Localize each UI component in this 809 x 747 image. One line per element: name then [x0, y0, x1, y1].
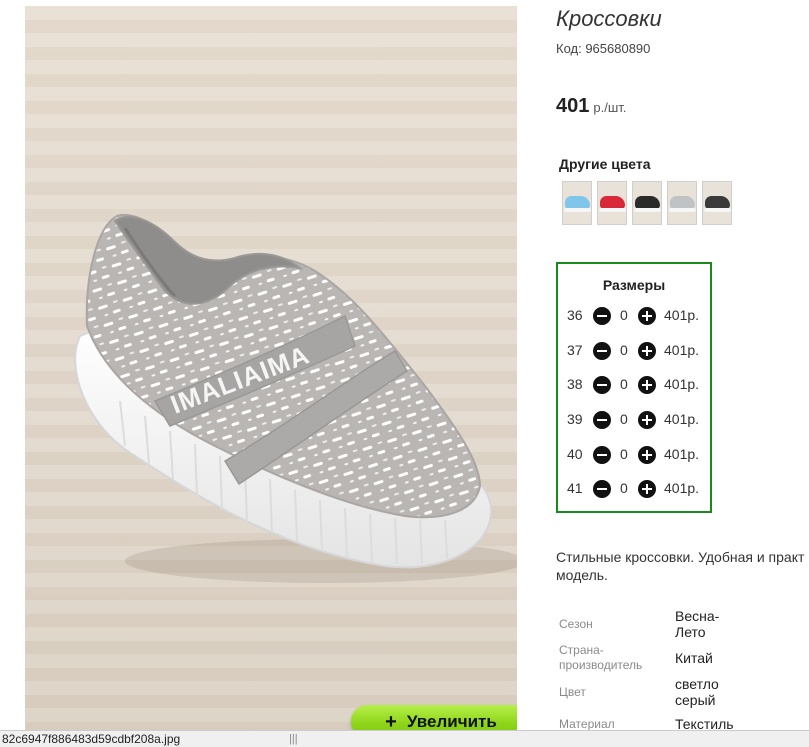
size-row-38: 38 0 401р. [558, 373, 710, 397]
size-row-37: 37 0 401р. [558, 339, 710, 363]
attr-label-country: Страна- производитель [559, 643, 642, 673]
size-quantity: 0 [620, 446, 628, 462]
size-quantity: 0 [620, 307, 628, 323]
sizes-panel: Размеры 36 0 401р. 37 0 401р. 38 0 401р. 39 0 401р.… [556, 262, 712, 513]
size-label: 41 [567, 480, 583, 496]
decrease-quantity-button[interactable] [593, 411, 611, 429]
increase-quantity-button[interactable] [638, 307, 656, 325]
size-label: 39 [567, 411, 583, 427]
product-code: Код: 965680890 [556, 41, 651, 56]
other-colors-heading: Другие цвета [559, 156, 651, 172]
resize-grip-icon[interactable]: ||| [289, 731, 298, 747]
size-row-41: 41 0 401р. [558, 477, 710, 501]
size-label: 38 [567, 376, 583, 392]
color-swatch-black-white[interactable] [702, 181, 732, 225]
size-row-36: 36 0 401р. [558, 304, 710, 328]
decrease-quantity-button[interactable] [593, 376, 611, 394]
color-swatch-black[interactable] [632, 181, 662, 225]
status-url: 82c6947f886483d59cdbf208a.jpg [2, 732, 181, 746]
size-row-39: 39 0 401р. [558, 408, 710, 432]
increase-quantity-button[interactable] [638, 376, 656, 394]
color-swatch-red[interactable] [597, 181, 627, 225]
size-quantity: 0 [620, 480, 628, 496]
attr-label-line: Страна- [559, 643, 604, 657]
price-value: 401 [556, 95, 590, 117]
browser-status-bar: 82c6947f886483d59cdbf208a.jpg ||| [0, 730, 809, 747]
attr-value-line: серый [675, 692, 716, 708]
product-photo[interactable]: IMALIAIMA + Увеличить [25, 6, 517, 747]
color-swatch-white-grey[interactable] [667, 181, 697, 225]
size-price: 401р. [664, 446, 700, 462]
size-quantity: 0 [620, 376, 628, 392]
attr-value-line: светло [675, 676, 719, 692]
size-price: 401р. [664, 376, 700, 392]
size-label: 36 [567, 307, 583, 323]
color-swatches [562, 181, 732, 225]
shoe-sole-icon [599, 208, 626, 212]
description-line: модель. [556, 567, 608, 583]
increase-quantity-button[interactable] [638, 342, 656, 360]
product-description: Стильные кроссовки. Удобная и практ моде… [556, 548, 809, 584]
size-label: 37 [567, 342, 583, 358]
shoe-sole-icon [669, 208, 696, 212]
shoe-sole-icon [634, 208, 661, 212]
attr-value-color: светло серый [675, 676, 719, 708]
zoom-button-label: Увеличить [406, 711, 497, 731]
shoe-sole-icon [564, 208, 591, 212]
plus-icon: + [385, 710, 397, 733]
increase-quantity-button[interactable] [638, 411, 656, 429]
size-row-40: 40 0 401р. [558, 443, 710, 467]
size-price: 401р. [664, 480, 700, 496]
increase-quantity-button[interactable] [638, 446, 656, 464]
attr-label-line: производитель [559, 658, 643, 672]
size-label: 40 [567, 446, 583, 462]
attr-value-line: Лето [675, 624, 706, 640]
attr-label-season: Сезон [559, 617, 593, 631]
decrease-quantity-button[interactable] [593, 446, 611, 464]
description-line: Стильные кроссовки. Удобная и практ [556, 549, 805, 565]
decrease-quantity-button[interactable] [593, 342, 611, 360]
decrease-quantity-button[interactable] [593, 307, 611, 325]
product-price: 401 р./шт. [556, 95, 626, 118]
color-swatch-light-blue[interactable] [562, 181, 592, 225]
decrease-quantity-button[interactable] [593, 480, 611, 498]
price-unit: р./шт. [593, 100, 627, 115]
size-price: 401р. [664, 342, 700, 358]
attr-value-line: Весна- [675, 608, 720, 624]
attr-value-season: Весна- Лето [675, 608, 719, 640]
size-quantity: 0 [620, 342, 628, 358]
shoe-sole-icon [704, 208, 731, 212]
shoe-illustration: IMALIAIMA [74, 213, 517, 583]
size-price: 401р. [664, 411, 700, 427]
product-title: Кроссовки [556, 6, 662, 31]
increase-quantity-button[interactable] [638, 480, 656, 498]
size-price: 401р. [664, 307, 700, 323]
attr-value-country: Китай [675, 650, 713, 666]
size-quantity: 0 [620, 411, 628, 427]
sizes-heading: Размеры [602, 277, 666, 293]
attr-label-color: Цвет [559, 685, 586, 699]
